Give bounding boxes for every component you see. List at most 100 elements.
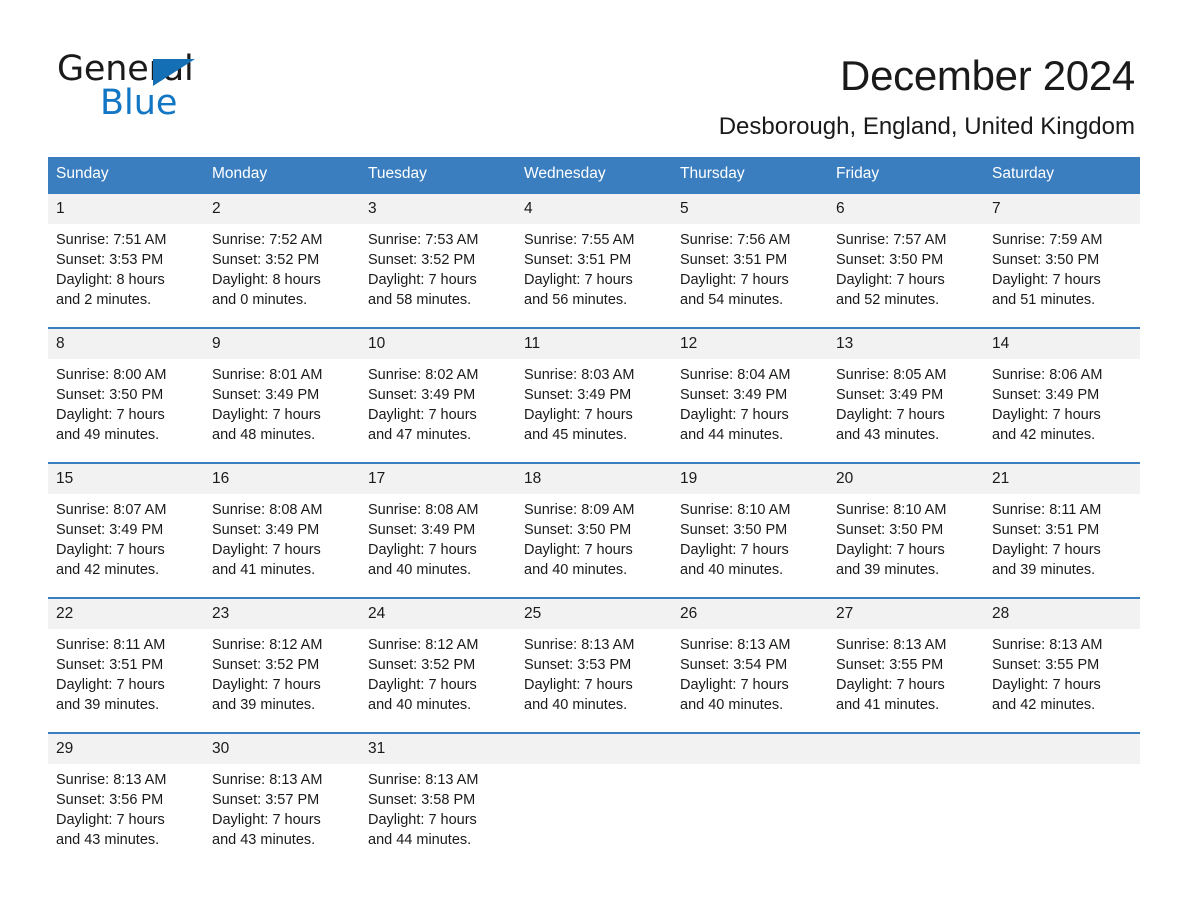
- logo-word-blue: Blue: [100, 83, 178, 123]
- day-cell-inner: 20 Sunrise: 8:10 AM Sunset: 3:50 PM Dayligh…: [828, 462, 984, 597]
- day-number: 20: [828, 464, 984, 494]
- day-cell-inner: 11 Sunrise: 8:03 AM Sunset: 3:49 PM Dayligh…: [516, 327, 672, 462]
- daylight-text-line1: Daylight: 7 hours: [680, 272, 789, 288]
- calendar-day-cell[interactable]: 25 Sunrise: 8:13 AM Sunset: 3:53 PM Dayligh…: [516, 597, 672, 732]
- calendar-day-cell[interactable]: 11 Sunrise: 8:03 AM Sunset: 3:49 PM Dayligh…: [516, 327, 672, 462]
- daylight-text-line2: and 39 minutes.: [836, 562, 940, 578]
- calendar-day-cell[interactable]: 12 Sunrise: 8:04 AM Sunset: 3:49 PM Dayligh…: [672, 327, 828, 462]
- day-details: Sunrise: 8:13 AM Sunset: 3:55 PM Daylight:…: [984, 629, 1140, 715]
- day-number: 31: [360, 734, 516, 764]
- weekday-header-monday: Monday: [204, 157, 360, 192]
- calendar-day-cell[interactable]: 29 Sunrise: 8:13 AM Sunset: 3:56 PM Dayligh…: [48, 732, 204, 867]
- calendar-day-cell[interactable]: 14 Sunrise: 8:06 AM Sunset: 3:49 PM Dayligh…: [984, 327, 1140, 462]
- calendar-day-cell[interactable]: 17 Sunrise: 8:08 AM Sunset: 3:49 PM Dayligh…: [360, 462, 516, 597]
- day-details: Sunrise: 8:04 AM Sunset: 3:49 PM Daylight:…: [672, 359, 828, 445]
- sunrise-text: Sunrise: 8:03 AM: [524, 367, 635, 383]
- day-number: 19: [672, 464, 828, 494]
- weekday-header-wednesday: Wednesday: [516, 157, 672, 192]
- day-number: 1: [48, 194, 204, 224]
- calendar-day-cell[interactable]: 28 Sunrise: 8:13 AM Sunset: 3:55 PM Dayligh…: [984, 597, 1140, 732]
- sunrise-text: Sunrise: 7:56 AM: [680, 232, 791, 248]
- daylight-text-line1: Daylight: 7 hours: [992, 407, 1101, 423]
- day-details: Sunrise: 8:06 AM Sunset: 3:49 PM Daylight:…: [984, 359, 1140, 445]
- sunset-text: Sunset: 3:50 PM: [836, 252, 944, 268]
- day-number: [672, 734, 828, 764]
- day-details: Sunrise: 8:08 AM Sunset: 3:49 PM Daylight:…: [204, 494, 360, 580]
- calendar-day-cell[interactable]: 4 Sunrise: 7:55 AM Sunset: 3:51 PM Daylight…: [516, 192, 672, 327]
- calendar-day-cell[interactable]: 19 Sunrise: 8:10 AM Sunset: 3:50 PM Dayligh…: [672, 462, 828, 597]
- calendar-week-row: 1 Sunrise: 7:51 AM Sunset: 3:53 PM Daylight…: [48, 192, 1140, 327]
- calendar-day-cell[interactable]: 30 Sunrise: 8:13 AM Sunset: 3:57 PM Dayligh…: [204, 732, 360, 867]
- day-cell-inner: 31 Sunrise: 8:13 AM Sunset: 3:58 PM Dayligh…: [360, 732, 516, 867]
- calendar-day-cell[interactable]: 23 Sunrise: 8:12 AM Sunset: 3:52 PM Dayligh…: [204, 597, 360, 732]
- day-number: 17: [360, 464, 516, 494]
- daylight-text-line2: and 43 minutes.: [56, 832, 160, 848]
- day-number: 13: [828, 329, 984, 359]
- daylight-text-line2: and 39 minutes.: [212, 697, 316, 713]
- sunrise-text: Sunrise: 8:13 AM: [56, 772, 167, 788]
- day-details: Sunrise: 7:55 AM Sunset: 3:51 PM Daylight:…: [516, 224, 672, 310]
- calendar-day-cell[interactable]: 9 Sunrise: 8:01 AM Sunset: 3:49 PM Daylight…: [204, 327, 360, 462]
- sunrise-text: Sunrise: 8:10 AM: [680, 502, 791, 518]
- day-cell-inner: 21 Sunrise: 8:11 AM Sunset: 3:51 PM Dayligh…: [984, 462, 1140, 597]
- sunset-text: Sunset: 3:50 PM: [836, 522, 944, 538]
- calendar-day-cell[interactable]: 15 Sunrise: 8:07 AM Sunset: 3:49 PM Dayligh…: [48, 462, 204, 597]
- daylight-text-line2: and 42 minutes.: [992, 427, 1096, 443]
- calendar-day-cell[interactable]: 7 Sunrise: 7:59 AM Sunset: 3:50 PM Daylight…: [984, 192, 1140, 327]
- logo-triangle-icon: [153, 59, 195, 86]
- daylight-text-line1: Daylight: 7 hours: [524, 677, 633, 693]
- day-number: 23: [204, 599, 360, 629]
- sunset-text: Sunset: 3:51 PM: [992, 522, 1100, 538]
- calendar-day-cell[interactable]: 31 Sunrise: 8:13 AM Sunset: 3:58 PM Dayligh…: [360, 732, 516, 867]
- calendar-day-cell[interactable]: 22 Sunrise: 8:11 AM Sunset: 3:51 PM Dayligh…: [48, 597, 204, 732]
- calendar-day-cell[interactable]: 8 Sunrise: 8:00 AM Sunset: 3:50 PM Daylight…: [48, 327, 204, 462]
- calendar-day-cell[interactable]: 18 Sunrise: 8:09 AM Sunset: 3:50 PM Dayligh…: [516, 462, 672, 597]
- calendar-day-cell[interactable]: 13 Sunrise: 8:05 AM Sunset: 3:49 PM Dayligh…: [828, 327, 984, 462]
- calendar-day-cell[interactable]: 6 Sunrise: 7:57 AM Sunset: 3:50 PM Daylight…: [828, 192, 984, 327]
- calendar-day-cell[interactable]: 10 Sunrise: 8:02 AM Sunset: 3:49 PM Dayligh…: [360, 327, 516, 462]
- sunset-text: Sunset: 3:52 PM: [368, 657, 476, 673]
- daylight-text-line2: and 43 minutes.: [212, 832, 316, 848]
- calendar-day-cell-empty: [516, 732, 672, 867]
- calendar-day-cell[interactable]: 1 Sunrise: 7:51 AM Sunset: 3:53 PM Daylight…: [48, 192, 204, 327]
- weekday-header-friday: Friday: [828, 157, 984, 192]
- day-cell-inner: 19 Sunrise: 8:10 AM Sunset: 3:50 PM Dayligh…: [672, 462, 828, 597]
- daylight-text-line2: and 43 minutes.: [836, 427, 940, 443]
- calendar-day-cell[interactable]: 20 Sunrise: 8:10 AM Sunset: 3:50 PM Dayligh…: [828, 462, 984, 597]
- calendar-day-cell-empty: [672, 732, 828, 867]
- calendar-day-cell[interactable]: 16 Sunrise: 8:08 AM Sunset: 3:49 PM Dayligh…: [204, 462, 360, 597]
- day-cell-inner: 8 Sunrise: 8:00 AM Sunset: 3:50 PM Daylight…: [48, 327, 204, 462]
- page-subtitle: Desborough, England, United Kingdom: [718, 113, 1135, 140]
- sunset-text: Sunset: 3:58 PM: [368, 792, 476, 808]
- sunrise-text: Sunrise: 8:13 AM: [212, 772, 323, 788]
- calendar-day-cell[interactable]: 5 Sunrise: 7:56 AM Sunset: 3:51 PM Daylight…: [672, 192, 828, 327]
- daylight-text-line2: and 48 minutes.: [212, 427, 316, 443]
- logo-text-general: General: [57, 52, 287, 88]
- calendar-day-cell[interactable]: 3 Sunrise: 7:53 AM Sunset: 3:52 PM Daylight…: [360, 192, 516, 327]
- daylight-text-line2: and 49 minutes.: [56, 427, 160, 443]
- day-details: Sunrise: 8:07 AM Sunset: 3:49 PM Daylight:…: [48, 494, 204, 580]
- generalblue-logo[interactable]: General Blue: [57, 52, 287, 121]
- page-title: December 2024: [840, 52, 1135, 99]
- calendar-day-cell[interactable]: 26 Sunrise: 8:13 AM Sunset: 3:54 PM Dayligh…: [672, 597, 828, 732]
- sunset-text: Sunset: 3:53 PM: [56, 252, 164, 268]
- day-cell-inner: 7 Sunrise: 7:59 AM Sunset: 3:50 PM Daylight…: [984, 192, 1140, 327]
- daylight-text-line1: Daylight: 7 hours: [992, 272, 1101, 288]
- daylight-text-line1: Daylight: 7 hours: [836, 407, 945, 423]
- day-cell-inner: 2 Sunrise: 7:52 AM Sunset: 3:52 PM Daylight…: [204, 192, 360, 327]
- day-details: Sunrise: 8:08 AM Sunset: 3:49 PM Daylight:…: [360, 494, 516, 580]
- daylight-text-line2: and 39 minutes.: [56, 697, 160, 713]
- calendar-day-cell[interactable]: 2 Sunrise: 7:52 AM Sunset: 3:52 PM Daylight…: [204, 192, 360, 327]
- day-number: 15: [48, 464, 204, 494]
- calendar-day-cell[interactable]: 27 Sunrise: 8:13 AM Sunset: 3:55 PM Dayligh…: [828, 597, 984, 732]
- calendar-day-cell[interactable]: 24 Sunrise: 8:12 AM Sunset: 3:52 PM Dayligh…: [360, 597, 516, 732]
- sunrise-text: Sunrise: 8:13 AM: [680, 637, 791, 653]
- day-details: Sunrise: 8:12 AM Sunset: 3:52 PM Daylight:…: [360, 629, 516, 715]
- day-number: 30: [204, 734, 360, 764]
- daylight-text-line2: and 40 minutes.: [680, 697, 784, 713]
- day-details: Sunrise: 8:13 AM Sunset: 3:57 PM Daylight:…: [204, 764, 360, 850]
- day-number: 27: [828, 599, 984, 629]
- calendar-day-cell[interactable]: 21 Sunrise: 8:11 AM Sunset: 3:51 PM Dayligh…: [984, 462, 1140, 597]
- calendar-day-cell-empty: [828, 732, 984, 867]
- sunset-text: Sunset: 3:50 PM: [524, 522, 632, 538]
